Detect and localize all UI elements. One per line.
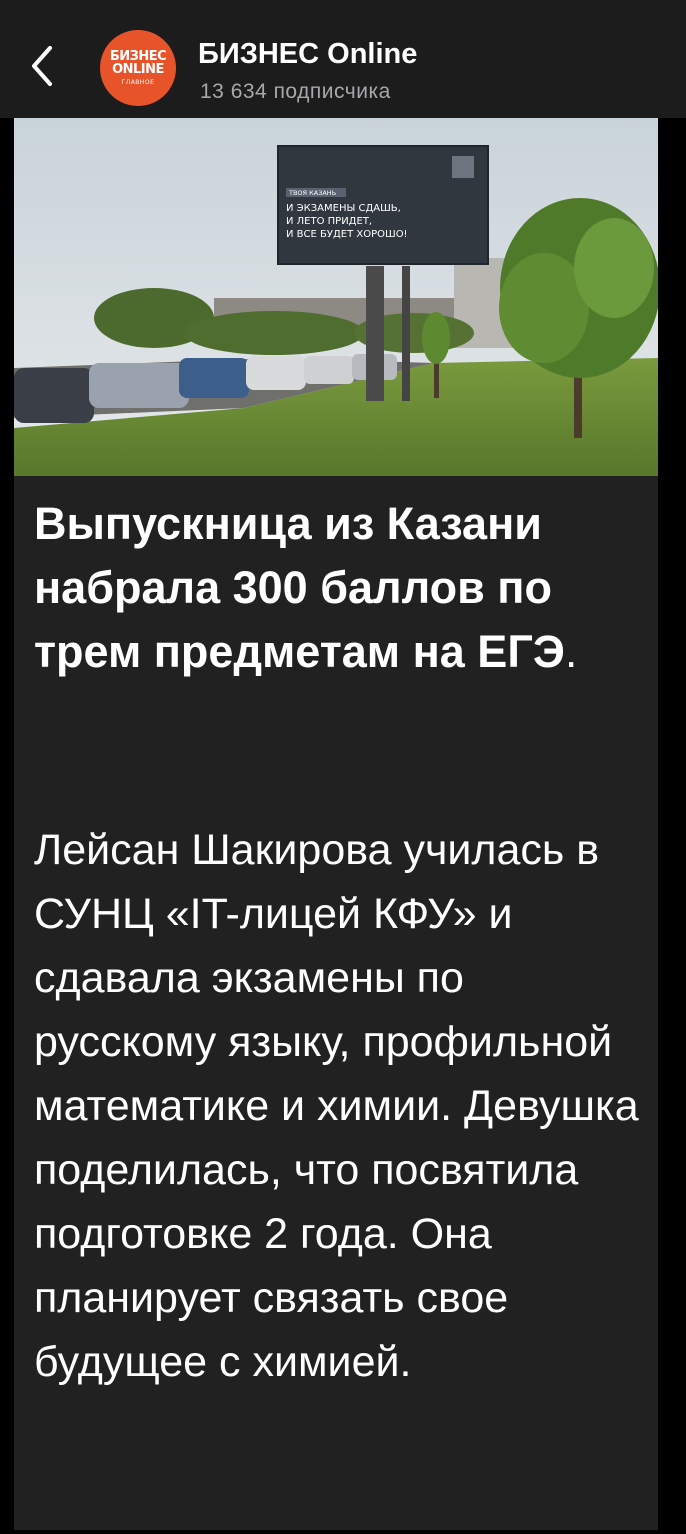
post-headline: Выпускница из Казани набрала 300 баллов … — [34, 492, 634, 684]
subscriber-count: 13 634 подписчика — [200, 80, 391, 103]
channel-avatar[interactable]: БИЗНЕС ONLINE ГЛАВНОЕ — [100, 30, 176, 106]
chevron-left-icon — [32, 46, 52, 86]
post-photo[interactable]: ТВОЯ КАЗАНЬ И ЭКЗАМЕНЫ СДАШЬ, И ЛЕТО ПРИ… — [14, 118, 658, 476]
avatar-logo-line3: ГЛАВНОЕ — [121, 79, 155, 86]
post-card: ТВОЯ КАЗАНЬ И ЭКЗАМЕНЫ СДАШЬ, И ЛЕТО ПРИ… — [14, 118, 658, 1530]
post-body: Лейсан Шакирова училась в СУНЦ «IT-лицей… — [34, 826, 639, 1386]
back-button[interactable] — [20, 38, 64, 94]
channel-name[interactable]: БИЗНЕС Online — [198, 38, 417, 71]
billboard-line1: И ЭКЗАМЕНЫ СДАШЬ, — [286, 203, 401, 214]
avatar-logo-line2: ONLINE — [112, 62, 164, 77]
post-headline-period: . — [564, 626, 578, 677]
billboard-line3: И ВСЕ БУДЕТ ХОРОШО! — [286, 229, 408, 240]
post-headline-text: Выпускница из Казани набрала 300 баллов … — [34, 498, 565, 677]
billboard-line2: И ЛЕТО ПРИДЕТ, — [286, 216, 372, 227]
channel-header: БИЗНЕС ONLINE ГЛАВНОЕ БИЗНЕС Online 13 6… — [0, 0, 686, 118]
billboard-tag: ТВОЯ КАЗАНЬ — [288, 189, 336, 197]
